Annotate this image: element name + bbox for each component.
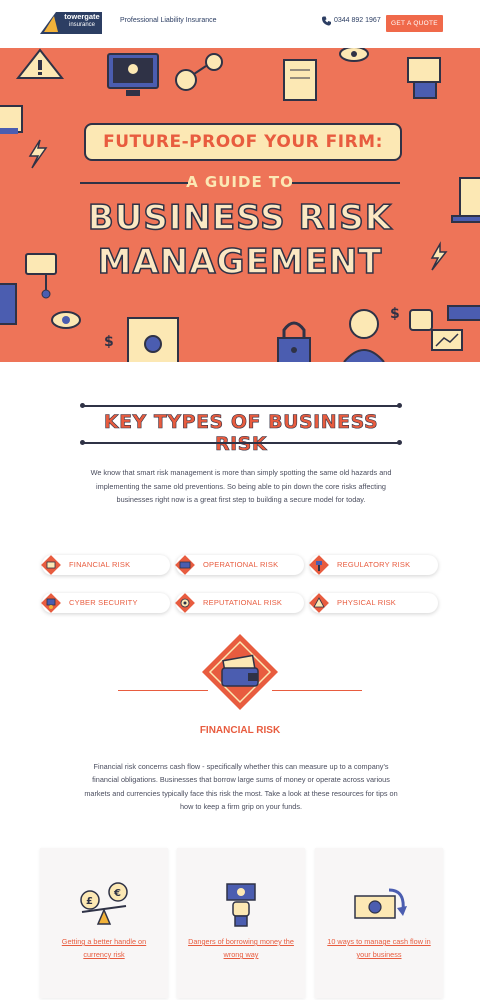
key-types-title: KEY TYPES OF BUSINESS RISK	[103, 411, 379, 456]
key-types-intro: We know that smart risk management is mo…	[90, 468, 392, 504]
card-link[interactable]: Dangers of borrowing money the wrong way	[185, 935, 297, 961]
money-icon	[0, 105, 23, 134]
key-types-heading: KEY TYPES OF BUSINESS RISK	[80, 403, 402, 455]
heading-rule-top	[80, 403, 402, 408]
safe-icon	[127, 317, 179, 362]
get-a-quote-button[interactable]: GET A QUOTE	[386, 15, 443, 32]
hero-banner: $ $ FUTURE-PROOF YOUR FIRM: A GUIDE TO B…	[0, 48, 480, 362]
risk-button-physical[interactable]: PHYSICAL RISK	[309, 593, 438, 613]
machine-icon	[175, 555, 195, 575]
financial-divider-left	[118, 690, 208, 691]
financial-divider-right	[272, 690, 362, 691]
risk-button-financial[interactable]: FINANCIAL RISK	[41, 555, 170, 575]
phone-number[interactable]: 0344 892 1967	[334, 17, 381, 24]
warning-icon	[15, 48, 65, 79]
chart-icon	[431, 329, 463, 351]
hero-banner-text: FUTURE-PROOF YOUR FIRM:	[103, 132, 383, 152]
risk-button-regulatory[interactable]: REGULATORY RISK	[309, 555, 438, 575]
risk-button-operational[interactable]: OPERATIONAL RISK	[175, 555, 304, 575]
target-icon	[175, 593, 195, 613]
financial-risk-heading: FINANCIAL RISK	[199, 725, 281, 736]
logo-line2: insurance	[68, 22, 95, 28]
laptop-icon	[451, 177, 480, 223]
resource-card-cash-flow[interactable]: 10 ways to manage cash flow in your busi…	[315, 848, 443, 998]
borrowing-money-icon	[226, 883, 256, 927]
gavel-icon	[309, 555, 329, 575]
risk-label: PHYSICAL RISK	[337, 598, 397, 607]
businessman-icon	[343, 309, 385, 362]
wallet-money-icon	[202, 634, 278, 710]
hero-title-line2: MANAGEMENT	[97, 241, 383, 283]
risk-label: OPERATIONAL RISK	[203, 560, 279, 569]
risk-label: REPUTATIONAL RISK	[203, 598, 283, 607]
risk-button-cyber-security[interactable]: CYBER SECURITY	[41, 593, 170, 613]
pen-icon	[447, 305, 480, 321]
dollar-sign-right: $	[390, 306, 400, 322]
site-header: towergate insurance Professional Liabili…	[0, 0, 480, 48]
card-link[interactable]: Getting a better handle on currency risk	[48, 935, 160, 961]
logo-line1: towergate	[64, 12, 100, 21]
card-reader-icon	[25, 253, 57, 299]
svg-text:€: €	[113, 888, 121, 899]
money-icon	[41, 555, 61, 575]
card-link[interactable]: 10 ways to manage cash flow in your busi…	[323, 935, 435, 961]
hero-title: BUSINESS RISK MANAGEMENT	[60, 196, 420, 284]
risk-label: CYBER SECURITY	[69, 598, 138, 607]
svg-text:£: £	[86, 896, 93, 907]
resource-card-borrowing[interactable]: Dangers of borrowing money the wrong way	[177, 848, 305, 998]
thumbs-down-icon	[409, 309, 433, 331]
risk-label: REGULATORY RISK	[337, 560, 411, 569]
handcuffs-icon	[175, 53, 223, 91]
lightning-icon-right	[430, 241, 448, 271]
padlock-icon	[277, 321, 311, 362]
header-tagline: Professional Liability Insurance	[120, 17, 217, 24]
eye-icon-lower	[51, 311, 81, 329]
computer-icon	[107, 53, 159, 96]
hero-subtitle: A GUIDE TO	[80, 173, 400, 191]
hero-title-line1: BUSINESS RISK	[87, 197, 393, 239]
heading-rule-bottom	[80, 440, 402, 445]
risk-button-reputational[interactable]: REPUTATIONAL RISK	[175, 593, 304, 613]
dollar-sign-left: $	[104, 334, 114, 350]
clipboard-icon	[0, 283, 17, 325]
hero-banner-tag: FUTURE-PROOF YOUR FIRM:	[84, 123, 402, 161]
currency-scale-icon: £ €	[80, 882, 128, 925]
document-icon	[283, 59, 317, 101]
person-icon	[407, 57, 441, 99]
phone-icon	[322, 16, 331, 26]
financial-risk-description: Financial risk concerns cash flow - spec…	[84, 762, 398, 811]
resource-card-currency[interactable]: £ € Getting a better handle on currency …	[40, 848, 168, 998]
risk-label: FINANCIAL RISK	[69, 560, 131, 569]
computer-shield-icon	[41, 593, 61, 613]
warning-icon	[309, 593, 329, 613]
logo-text: towergate insurance	[62, 13, 102, 29]
eye-icon	[339, 48, 369, 62]
lightning-icon	[28, 139, 48, 169]
cash-flow-icon	[354, 888, 407, 919]
